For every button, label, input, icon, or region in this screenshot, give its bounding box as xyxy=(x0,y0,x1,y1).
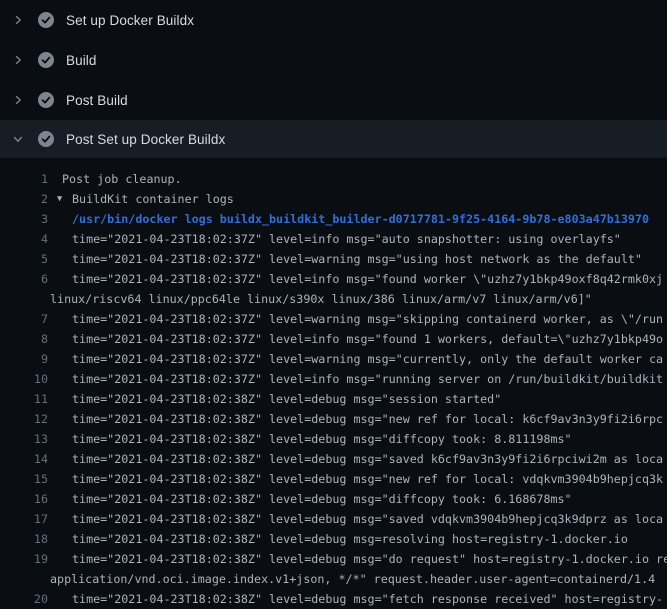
log-line: 18 time="2021-04-23T18:02:38Z" level=debu… xyxy=(0,529,667,549)
log-line: 15 time="2021-04-23T18:02:38Z" level=debu… xyxy=(0,469,667,489)
step-header-build[interactable]: Build xyxy=(0,40,667,80)
step-label: Post Set up Docker Buildx xyxy=(66,132,225,147)
log-text: time="2021-04-23T18:02:38Z" level=debug … xyxy=(72,469,663,489)
chevron-right-icon[interactable] xyxy=(10,12,25,28)
log-line: 20 time="2021-04-23T18:02:38Z" level=debu… xyxy=(0,589,667,609)
log-text: time="2021-04-23T18:02:38Z" level=debug … xyxy=(72,529,628,549)
check-circle-icon xyxy=(38,12,54,28)
step-header-post-set-up-docker-buildx[interactable]: Post Set up Docker Buildx xyxy=(0,120,667,158)
step-header-set-up-docker-buildx[interactable]: Set up Docker Buildx xyxy=(0,0,667,40)
log-line: 8 time="2021-04-23T18:02:37Z" level=info … xyxy=(0,329,667,349)
log-command-text: /usr/bin/docker logs buildx_buildkit_bui… xyxy=(72,209,649,229)
log-line: 17 time="2021-04-23T18:02:38Z" level=debu… xyxy=(0,509,667,529)
line-number[interactable]: 19 xyxy=(0,549,48,569)
log-text: time="2021-04-23T18:02:37Z" level=info m… xyxy=(72,369,663,389)
group-collapse-toggle-icon[interactable]: ▼ xyxy=(57,189,72,209)
line-number[interactable]: 10 xyxy=(0,369,48,389)
log-viewer: 1 Post job cleanup. 2 ▼BuildKit container l… xyxy=(0,158,667,609)
log-line: 7 time="2021-04-23T18:02:37Z" level=warni… xyxy=(0,309,667,329)
log-text: time="2021-04-23T18:02:37Z" level=warnin… xyxy=(72,249,642,269)
line-number[interactable]: 17 xyxy=(0,509,48,529)
log-text: time="2021-04-23T18:02:38Z" level=debug … xyxy=(72,449,663,469)
log-line: 19 time="2021-04-23T18:02:38Z" level=debu… xyxy=(0,549,667,569)
line-number[interactable]: 13 xyxy=(0,429,48,449)
log-text: BuildKit container logs xyxy=(72,189,234,209)
line-number xyxy=(0,289,48,309)
log-text: time="2021-04-23T18:02:38Z" level=debug … xyxy=(72,409,663,429)
log-line: application/vnd.oci.image.index.v1+json,… xyxy=(0,569,667,589)
log-text: Post job cleanup. xyxy=(62,169,182,189)
check-circle-icon xyxy=(38,131,54,147)
step-header-post-build[interactable]: Post Build xyxy=(0,80,667,120)
log-line: 9 time="2021-04-23T18:02:37Z" level=warni… xyxy=(0,349,667,369)
line-number[interactable]: 2 xyxy=(0,189,48,209)
step-label: Build xyxy=(66,53,97,68)
line-number[interactable]: 1 xyxy=(0,169,48,189)
log-line: 2 ▼BuildKit container logs xyxy=(0,189,667,209)
log-line: 13 time="2021-04-23T18:02:38Z" level=debu… xyxy=(0,429,667,449)
log-line: linux/riscv64 linux/ppc64le linux/s390x … xyxy=(0,289,667,309)
line-number[interactable]: 9 xyxy=(0,349,48,369)
line-number xyxy=(0,569,48,589)
line-number[interactable]: 4 xyxy=(0,229,48,249)
check-circle-icon xyxy=(38,52,54,68)
line-number[interactable]: 15 xyxy=(0,469,48,489)
log-line: 10 time="2021-04-23T18:02:37Z" level=info… xyxy=(0,369,667,389)
log-text: time="2021-04-23T18:02:37Z" level=warnin… xyxy=(72,349,663,369)
line-number[interactable]: 14 xyxy=(0,449,48,469)
log-line: 12 time="2021-04-23T18:02:38Z" level=debu… xyxy=(0,409,667,429)
log-line: 4 time="2021-04-23T18:02:37Z" level=info … xyxy=(0,229,667,249)
line-number[interactable]: 20 xyxy=(0,589,48,609)
log-text: application/vnd.oci.image.index.v1+json,… xyxy=(50,569,655,589)
log-line: 3/usr/bin/docker logs buildx_buildkit_bu… xyxy=(0,209,667,229)
log-text: time="2021-04-23T18:02:38Z" level=debug … xyxy=(72,389,501,409)
log-line: 5 time="2021-04-23T18:02:37Z" level=warni… xyxy=(0,249,667,269)
chevron-right-icon[interactable] xyxy=(10,52,25,68)
step-label: Set up Docker Buildx xyxy=(66,13,194,28)
log-text: linux/riscv64 linux/ppc64le linux/s390x … xyxy=(50,289,592,309)
log-text: time="2021-04-23T18:02:38Z" level=debug … xyxy=(72,589,663,609)
log-line: 11 time="2021-04-23T18:02:38Z" level=debu… xyxy=(0,389,667,409)
chevron-down-icon[interactable] xyxy=(10,131,25,147)
log-text: time="2021-04-23T18:02:37Z" level=info m… xyxy=(72,229,621,249)
log-text: time="2021-04-23T18:02:37Z" level=info m… xyxy=(72,329,663,349)
log-line: 1 Post job cleanup. xyxy=(0,169,667,189)
line-number[interactable]: 8 xyxy=(0,329,48,349)
log-line: 14 time="2021-04-23T18:02:38Z" level=debu… xyxy=(0,449,667,469)
log-text: time="2021-04-23T18:02:38Z" level=debug … xyxy=(72,509,663,529)
log-text: time="2021-04-23T18:02:37Z" level=warnin… xyxy=(72,309,663,329)
line-number[interactable]: 11 xyxy=(0,389,48,409)
line-number[interactable]: 18 xyxy=(0,529,48,549)
line-number[interactable]: 16 xyxy=(0,489,48,509)
step-list: Set up Docker Buildx Build Post Build Post … xyxy=(0,0,667,158)
log-text: time="2021-04-23T18:02:38Z" level=debug … xyxy=(72,489,572,509)
line-number[interactable]: 6 xyxy=(0,269,48,289)
line-number[interactable]: 12 xyxy=(0,409,48,429)
log-text: time="2021-04-23T18:02:38Z" level=debug … xyxy=(72,429,572,449)
step-label: Post Build xyxy=(66,93,128,108)
chevron-right-icon[interactable] xyxy=(10,92,25,108)
line-number[interactable]: 7 xyxy=(0,309,48,329)
line-number[interactable]: 3 xyxy=(0,209,48,229)
line-number[interactable]: 5 xyxy=(0,249,48,269)
log-text: time="2021-04-23T18:02:37Z" level=info m… xyxy=(72,269,663,289)
log-text: time="2021-04-23T18:02:38Z" level=debug … xyxy=(72,549,667,569)
check-circle-icon xyxy=(38,92,54,108)
log-line: 16 time="2021-04-23T18:02:38Z" level=debu… xyxy=(0,489,667,509)
log-line: 6 time="2021-04-23T18:02:37Z" level=info … xyxy=(0,269,667,289)
